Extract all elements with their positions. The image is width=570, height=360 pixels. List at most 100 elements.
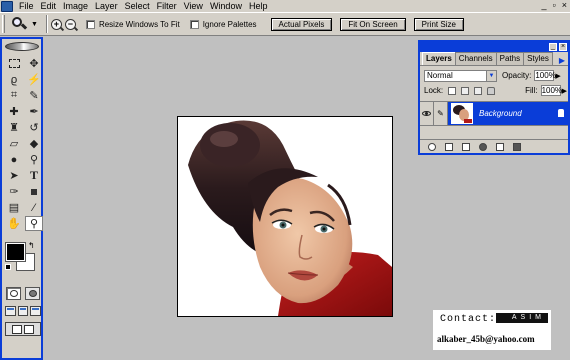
menu-help[interactable]: Help (246, 1, 271, 12)
screen-modes (2, 306, 42, 316)
opacity-slider-arrow-icon[interactable]: ▶ (555, 72, 560, 80)
lock-position-icon[interactable] (474, 86, 483, 95)
fill-slider-arrow-icon[interactable]: ▶ (562, 87, 567, 95)
rectangular-marquee-tool[interactable] (5, 56, 23, 71)
blend-mode-value: Normal (427, 70, 453, 80)
fill-input[interactable]: 100% (540, 85, 562, 96)
adjustment-layer-icon[interactable] (479, 142, 487, 151)
quick-mask-mode-button[interactable] (25, 287, 40, 300)
eraser-tool[interactable]: ▱ (5, 136, 23, 151)
crop-tool[interactable]: ⌗ (5, 88, 23, 103)
zoom-tool-button[interactable]: ⚲ (25, 216, 43, 231)
tab-layers[interactable]: Layers (422, 52, 456, 65)
menu-window[interactable]: Window (207, 1, 245, 12)
menu-edit[interactable]: Edit (38, 1, 60, 12)
layers-palette-titlebar[interactable]: _ × (420, 42, 568, 52)
zoom-in-symbol: + (53, 18, 60, 29)
blend-opacity-row: Normal ▼ Opacity: 100% ▶ (420, 68, 568, 83)
shape-tool[interactable] (25, 184, 43, 199)
lasso-tool[interactable]: ϱ (5, 72, 23, 87)
palette-close-icon[interactable]: × (559, 43, 567, 51)
ignore-palettes-checkbox-box[interactable] (189, 19, 199, 29)
zoom-in-icon[interactable]: + (50, 18, 62, 30)
type-tool[interactable]: T (25, 168, 43, 183)
paint-bucket-tool[interactable]: ◆ (25, 136, 43, 151)
slice-tool[interactable]: ✎ (25, 88, 43, 103)
tab-styles[interactable]: Styles (523, 52, 553, 65)
fit-on-screen-button[interactable]: Fit On Screen (340, 17, 406, 31)
layer-link-cell[interactable]: ✎ (434, 102, 448, 125)
layer-visibility-toggle[interactable] (420, 102, 434, 125)
zoom-tool-icon[interactable] (11, 16, 28, 32)
palette-minimize-icon[interactable]: _ (549, 43, 557, 51)
menu-file[interactable]: File (16, 1, 37, 12)
layers-palette: _ × Layers Channels Paths Styles ▶ Norma… (418, 40, 570, 155)
trash-icon[interactable] (513, 142, 521, 151)
layer-selected[interactable]: Background (448, 102, 568, 125)
menu-view[interactable]: View (181, 1, 206, 12)
hand-tool[interactable]: ✋ (5, 216, 23, 231)
foreground-color-swatch[interactable] (5, 242, 26, 262)
edit-modes (2, 287, 41, 300)
layer-row-background[interactable]: ✎ Background (420, 101, 568, 126)
magic-wand-tool[interactable]: ⚡ (25, 72, 43, 87)
layer-style-icon[interactable] (428, 142, 436, 151)
move-tool[interactable]: ✥ (25, 56, 43, 71)
full-screen-mode-button[interactable] (30, 306, 42, 316)
layer-lock-icon (558, 109, 564, 117)
menu-filter[interactable]: Filter (154, 1, 180, 12)
resize-windows-checkbox-box[interactable] (85, 19, 95, 29)
clone-stamp-tool[interactable]: ♜ (5, 120, 23, 135)
adobe-feather-icon[interactable] (4, 42, 39, 51)
lock-transparency-icon[interactable] (448, 86, 457, 95)
standard-mode-button[interactable] (6, 287, 21, 300)
lock-label: Lock: (424, 86, 444, 95)
photoshop-app-icon[interactable] (1, 0, 13, 12)
lock-pixels-icon[interactable] (461, 86, 470, 95)
history-brush-tool[interactable]: ↺ (25, 120, 43, 135)
opacity-input[interactable]: 100% (534, 70, 556, 81)
lock-all-icon[interactable] (487, 86, 496, 95)
new-layer-icon[interactable] (496, 142, 504, 151)
options-bar-grip[interactable] (2, 15, 5, 33)
toolbox-header[interactable] (2, 39, 41, 54)
options-separator (45, 15, 48, 33)
zoom-out-icon[interactable]: − (64, 18, 76, 30)
close-icon[interactable]: × (562, 1, 567, 10)
pen-tool[interactable]: ✑ (5, 184, 23, 199)
restore-icon[interactable]: ▫ (553, 1, 556, 10)
tab-channels[interactable]: Channels (454, 52, 497, 65)
brush-tool[interactable]: ✒ (25, 104, 43, 119)
dodge-tool[interactable]: ⚲ (25, 152, 43, 167)
contact-email: alkaber_45b@yahoo.com (437, 334, 535, 344)
blend-mode-select[interactable]: Normal ▼ (424, 69, 497, 82)
menu-select[interactable]: Select (122, 1, 153, 12)
standard-screen-mode-button[interactable] (5, 306, 16, 316)
default-colors-icon[interactable] (5, 264, 11, 270)
tab-paths[interactable]: Paths (495, 52, 525, 65)
print-size-button[interactable]: Print Size (413, 17, 464, 31)
ignore-palettes-checkbox[interactable]: Ignore Palettes (189, 19, 257, 29)
zoom-out-symbol: − (67, 18, 74, 29)
minimize-icon[interactable]: _ (542, 1, 547, 10)
layer-mask-icon[interactable] (445, 142, 453, 151)
healing-brush-tool[interactable]: ✚ (5, 104, 23, 119)
tool-preset-dropdown-icon[interactable]: ▼ (31, 21, 38, 28)
menu-image[interactable]: Image (60, 1, 91, 12)
jump-to-imageready-button[interactable] (5, 322, 41, 336)
actual-pixels-button[interactable]: Actual Pixels (270, 17, 333, 31)
blur-tool[interactable]: ● (5, 152, 23, 167)
full-screen-menu-mode-button[interactable] (17, 306, 29, 316)
path-selection-tool[interactable]: ➤ (5, 168, 23, 183)
resize-windows-checkbox[interactable]: Resize Windows To Fit (85, 19, 180, 29)
palette-menu-arrow-icon[interactable]: ▶ (559, 56, 565, 65)
notes-tool[interactable]: ▤ (5, 200, 23, 215)
swap-colors-icon[interactable]: ↰ (28, 241, 35, 250)
chevron-down-icon[interactable]: ▼ (486, 70, 496, 81)
options-bar: ▼ + − Resize Windows To Fit Ignore Palet… (0, 12, 570, 36)
document-canvas[interactable] (177, 116, 393, 317)
brush-icon: ✎ (437, 109, 444, 118)
menu-layer[interactable]: Layer (92, 1, 121, 12)
eyedropper-tool[interactable]: ⁄ (25, 200, 43, 215)
layer-set-icon[interactable] (462, 142, 470, 151)
